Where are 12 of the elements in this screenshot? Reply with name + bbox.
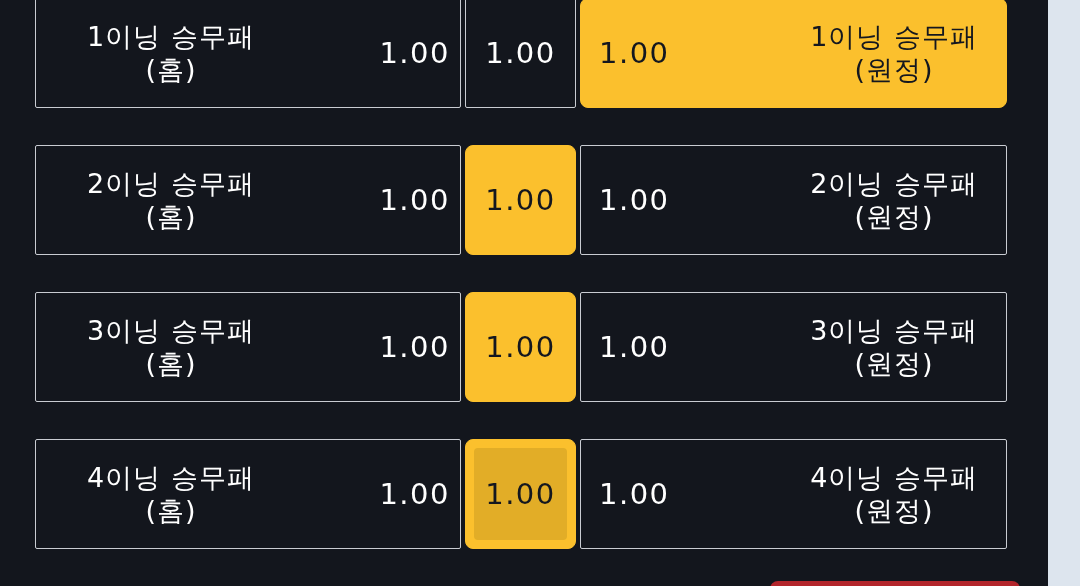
odds-button[interactable]: 4이닝 승무패 (홈) 1.00 <box>35 439 461 549</box>
odds-button[interactable]: 1.00 4이닝 승무패 (원정) <box>580 439 1007 549</box>
odds-button[interactable]: 1.00 <box>465 292 576 402</box>
odds-button[interactable]: 1.00 <box>465 439 576 549</box>
odds-button[interactable]: 1.00 <box>465 145 576 255</box>
odds-button[interactable]: 2이닝 승무패 (홈) 1.00 <box>35 145 461 255</box>
odds-button[interactable]: 3이닝 승무패 (홈) 1.00 <box>35 292 461 402</box>
odds-button[interactable]: 1.00 3이닝 승무패 (원정) <box>580 292 1007 402</box>
odds-button[interactable]: 1.00 2이닝 승무패 (원정) <box>580 145 1007 255</box>
odds-button[interactable]: 1.00 <box>465 0 576 108</box>
odds-button[interactable]: 1.00 1이닝 승무패 (원정) <box>580 0 1007 108</box>
odds-button[interactable]: 1이닝 승무패 (홈) 1.00 <box>35 0 461 108</box>
